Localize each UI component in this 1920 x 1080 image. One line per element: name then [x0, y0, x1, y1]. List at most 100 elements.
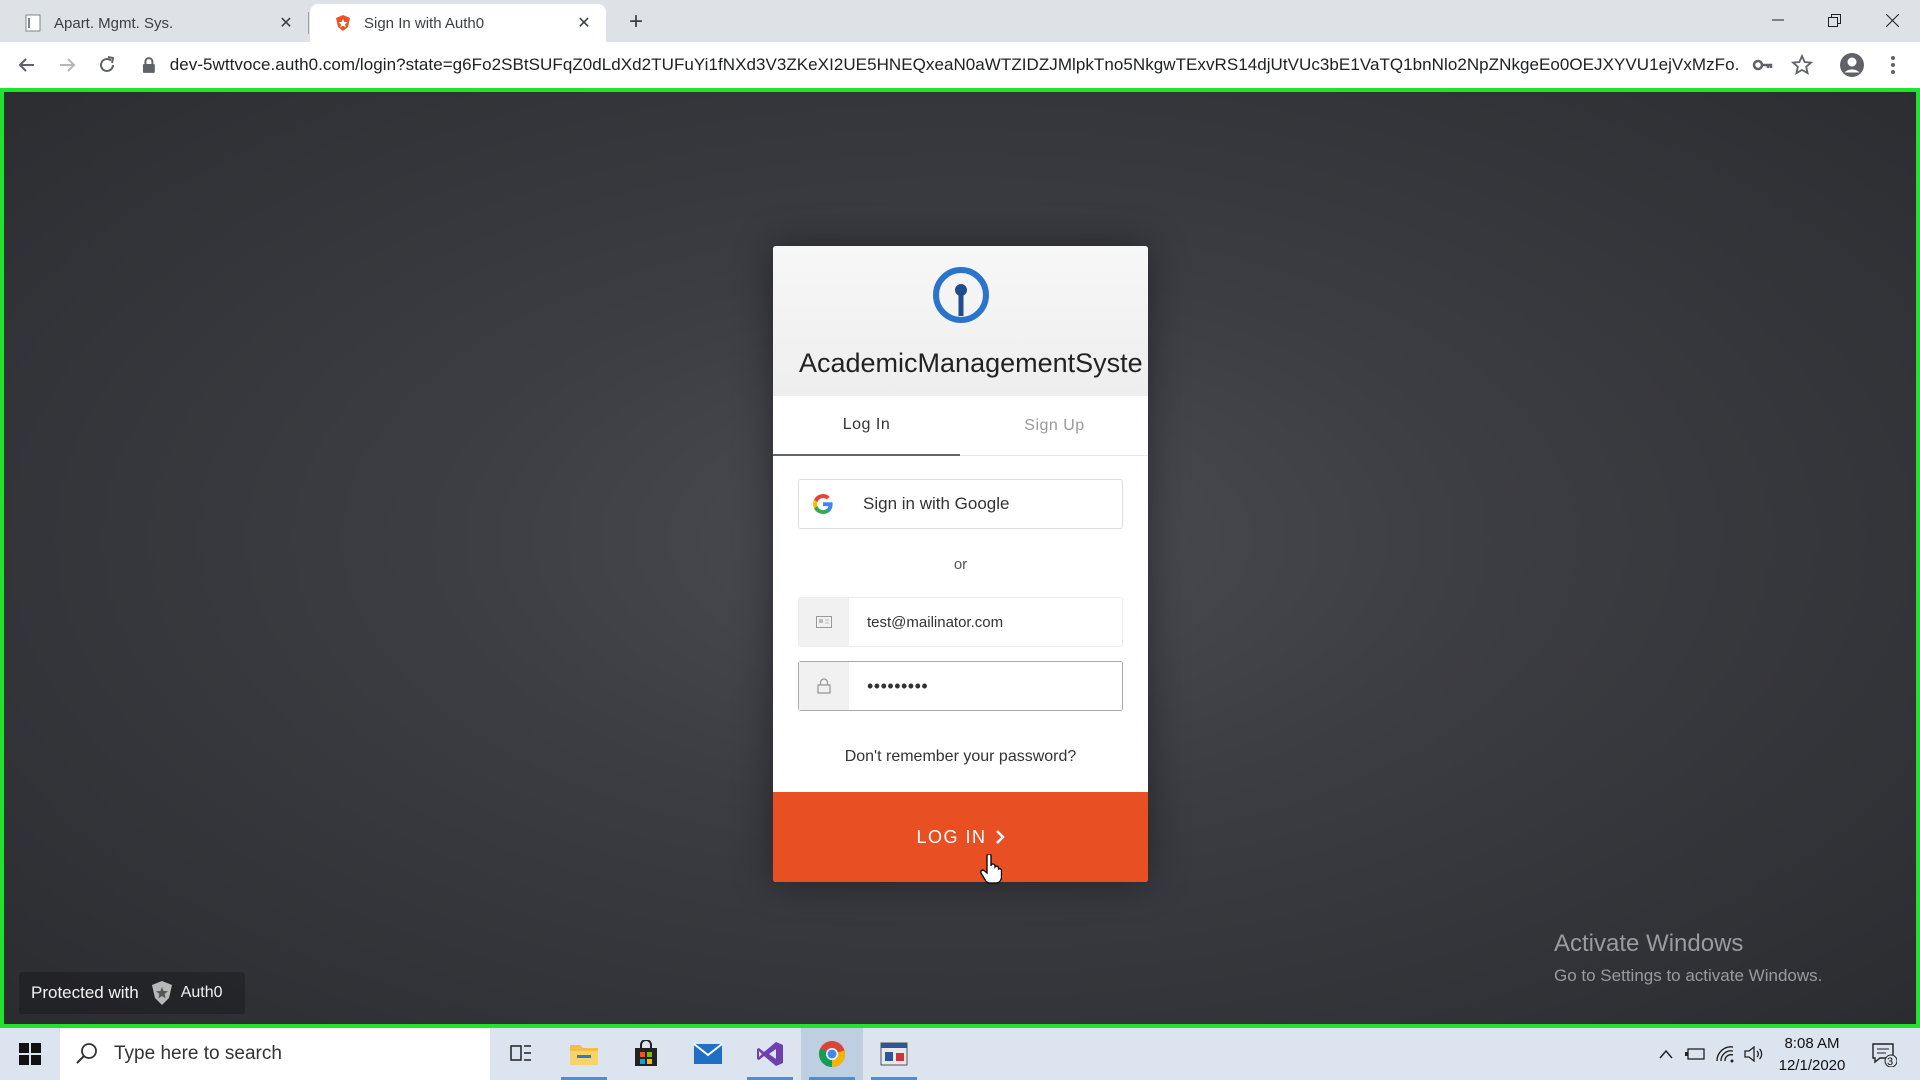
auth0-brand: Auth0 [180, 984, 223, 1001]
protected-with-text: Protected with [31, 983, 139, 1002]
folder-icon [570, 1045, 598, 1065]
tab-strip: Apart. Mgmt. Sys. ✕ Sign In with Auth0 ✕… [0, 0, 1920, 42]
log-in-label: LOG IN [916, 826, 987, 847]
password-key-button[interactable] [1749, 52, 1775, 78]
password-value: ••••••••• [867, 675, 929, 696]
volume-button[interactable] [1740, 1028, 1768, 1080]
google-icon [813, 494, 833, 514]
account-icon [1840, 53, 1864, 77]
tab-apart-mgmt[interactable]: Apart. Mgmt. Sys. ✕ [0, 4, 308, 42]
tab-log-in[interactable]: Log In [773, 396, 960, 456]
auth-tabs: Log In Sign Up [773, 396, 1148, 456]
taskbar-search[interactable]: Type here to search [60, 1028, 490, 1080]
taskbar-clock[interactable]: 8:08 AM 12/1/2020 [1770, 1033, 1854, 1077]
tab-sign-in-auth0[interactable]: Sign In with Auth0 ✕ [310, 4, 606, 42]
email-icon-box [799, 598, 849, 646]
task-view-icon [510, 1045, 531, 1061]
back-button[interactable] [12, 50, 42, 80]
bookmark-button[interactable] [1789, 52, 1815, 78]
mail-button[interactable] [677, 1028, 739, 1080]
taskbar: Type here to search 8:08 AM 12/1/2020 3 [0, 1028, 1920, 1080]
profile-button[interactable] [1839, 52, 1865, 78]
app-window-button[interactable] [863, 1028, 925, 1080]
close-tab-icon[interactable]: ✕ [276, 13, 296, 33]
protected-with-auth0-badge[interactable]: Protected with Auth0 [19, 972, 245, 1014]
close-icon [1885, 13, 1899, 27]
hand-pointer-icon [980, 854, 1002, 884]
or-divider: or [953, 556, 968, 573]
show-hidden-icons-button[interactable] [1652, 1028, 1680, 1080]
app-window-icon [880, 1042, 908, 1066]
auth0-shield-icon [336, 15, 350, 31]
reload-button[interactable] [92, 50, 122, 80]
battery-button[interactable] [1681, 1028, 1709, 1080]
email-field[interactable]: test@mailinator.com [798, 597, 1123, 647]
wifi-icon [1716, 1046, 1734, 1063]
watermark-title: Activate Windows [1554, 930, 1744, 957]
app-name: AcademicManagementSyste [799, 348, 1143, 378]
chrome-button[interactable] [801, 1028, 863, 1080]
clock-date: 12/1/2020 [1778, 1057, 1846, 1074]
log-in-button[interactable]: LOG IN [773, 792, 1148, 882]
address-bar[interactable]: dev-5wttvoce.auth0.com/login?state=g6Fo2… [140, 48, 1740, 82]
restore-button[interactable] [1806, 0, 1862, 40]
reload-icon [100, 56, 115, 72]
search-placeholder: Type here to search [114, 1043, 282, 1064]
visual-studio-button[interactable] [739, 1028, 801, 1080]
google-sign-in-button[interactable]: Sign in with Google [798, 479, 1123, 529]
minimize-icon [1772, 19, 1784, 21]
document-icon [25, 14, 41, 32]
notification-count: 3 [1887, 1056, 1894, 1068]
password-field[interactable]: ••••••••• [798, 661, 1123, 711]
close-window-button[interactable] [1864, 0, 1920, 40]
lock-icon [817, 678, 831, 694]
tab-sign-up[interactable]: Sign Up [961, 396, 1148, 456]
activate-windows-watermark: Activate Windows Go to Settings to activ… [1554, 930, 1822, 986]
network-button[interactable] [1711, 1028, 1739, 1080]
mail-icon [693, 1043, 723, 1064]
menu-button[interactable] [1880, 52, 1906, 78]
url-text: dev-5wttvoce.auth0.com/login?state=g6Fo2… [169, 55, 1740, 74]
password-icon-box [799, 662, 849, 710]
tab-title: Sign In with Auth0 [364, 14, 485, 32]
windows-logo-icon [19, 1043, 41, 1065]
task-view-button[interactable] [490, 1028, 552, 1080]
store-bag-icon [635, 1040, 657, 1066]
action-center-button[interactable]: 3 [1864, 1028, 1904, 1080]
new-tab-button[interactable]: + [622, 8, 650, 36]
close-tab-icon[interactable]: ✕ [574, 13, 594, 33]
more-vert-icon [1891, 56, 1895, 74]
lock-icon [142, 57, 155, 73]
search-icon [76, 1043, 97, 1064]
watermark-subtitle: Go to Settings to activate Windows. [1554, 966, 1823, 985]
key-icon [1752, 59, 1773, 71]
restore-icon [1827, 13, 1841, 27]
speaker-icon [1744, 1046, 1763, 1062]
minimize-button[interactable] [1750, 0, 1806, 40]
login-card: AcademicManagementSyste Log In Sign Up S… [773, 246, 1148, 882]
battery-icon [1685, 1048, 1705, 1060]
chevron-up-icon [1659, 1049, 1673, 1059]
star-icon [1791, 54, 1813, 76]
login-header: AcademicManagementSyste [773, 246, 1148, 396]
app-logo-icon [933, 267, 989, 323]
page-viewport: AcademicManagementSyste Log In Sign Up S… [0, 88, 1920, 1028]
store-button[interactable] [615, 1028, 677, 1080]
arrow-right-icon [60, 58, 76, 72]
start-button[interactable] [10, 1038, 50, 1070]
visual-studio-icon [757, 1042, 783, 1066]
chrome-icon [819, 1041, 845, 1067]
arrow-left-icon [18, 58, 34, 72]
email-value: test@mailinator.com [867, 613, 1004, 631]
clock-time: 8:08 AM [1784, 1035, 1840, 1052]
file-explorer-button[interactable] [553, 1028, 615, 1080]
tab-title: Apart. Mgmt. Sys. [54, 14, 174, 32]
forward-button[interactable] [52, 50, 82, 80]
google-button-label: Sign in with Google [863, 494, 1010, 513]
chevron-right-icon [995, 830, 1005, 844]
tab-separator [308, 12, 309, 34]
forgot-password-link[interactable]: Don't remember your password? [773, 748, 1148, 766]
mail-icon [816, 616, 832, 628]
auth0-logo-icon [151, 981, 172, 1005]
browser-toolbar: dev-5wttvoce.auth0.com/login?state=g6Fo2… [0, 42, 1920, 88]
